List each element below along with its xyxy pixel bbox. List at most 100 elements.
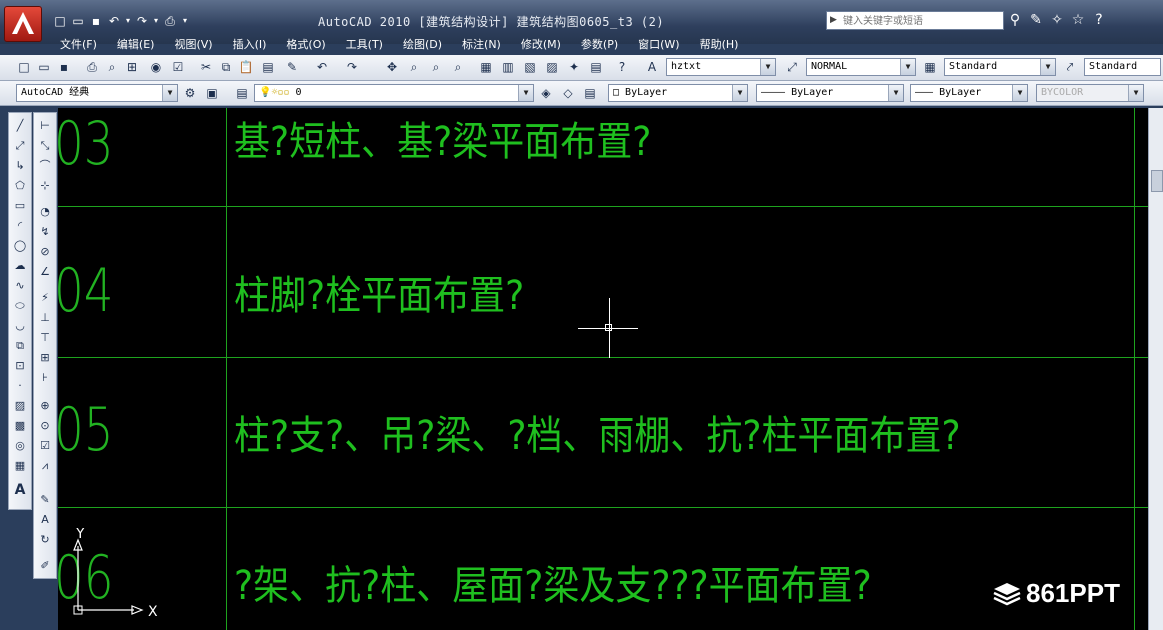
insert-block-icon[interactable]: ⧉ — [11, 337, 29, 355]
match-properties-icon[interactable]: ▤ — [260, 59, 276, 75]
menu-dimension[interactable]: 标注(N) — [452, 36, 511, 54]
dim-break-icon[interactable]: ⊦ — [36, 369, 54, 387]
sheet-set-icon[interactable]: ▨ — [544, 59, 560, 75]
favorites-star-icon[interactable]: ☆ — [1069, 10, 1087, 30]
inspection-icon[interactable]: ☑ — [36, 437, 54, 455]
layer-previous-icon[interactable]: ◇ — [560, 85, 576, 101]
workspace-settings-icon[interactable]: ⚙ — [182, 85, 198, 101]
zoom-realtime-icon[interactable]: ⌕ — [406, 59, 422, 75]
properties-icon[interactable]: ▦ — [478, 59, 494, 75]
dropdown-icon[interactable]: ▾ — [124, 13, 132, 29]
plot-icon[interactable]: ⎙ — [84, 59, 100, 75]
quick-dim-icon[interactable]: ⚡ — [36, 289, 54, 307]
make-current-layer-icon[interactable]: ◈ — [538, 85, 554, 101]
table-style-icon[interactable]: ▦ — [922, 59, 938, 75]
markup-icon[interactable]: ✦ — [566, 59, 582, 75]
chevron-down-icon[interactable]: ▼ — [1040, 59, 1055, 75]
redo-icon[interactable]: ↷ — [344, 59, 360, 75]
chevron-down-icon[interactable]: ▼ — [900, 59, 915, 75]
print-icon[interactable]: ⎙ — [162, 13, 178, 29]
layer-properties-icon[interactable]: ▤ — [234, 85, 250, 101]
polygon-icon[interactable]: ⬠ — [11, 177, 29, 195]
ellipse-icon[interactable]: ⬭ — [11, 297, 29, 315]
pan-icon[interactable]: ✥ — [384, 59, 400, 75]
open-icon[interactable]: ▭ — [36, 59, 52, 75]
dim-space-icon[interactable]: ⊞ — [36, 349, 54, 367]
spline-icon[interactable]: ∿ — [11, 277, 29, 295]
undo-icon[interactable]: ↶ — [314, 59, 330, 75]
menu-edit[interactable]: 编辑(E) — [107, 36, 165, 54]
make-block-icon[interactable]: ⊡ — [11, 357, 29, 375]
chevron-down-icon[interactable]: ▼ — [162, 85, 177, 101]
undo-icon[interactable]: ↶ — [106, 13, 122, 29]
menu-view[interactable]: 视图(V) — [164, 36, 222, 54]
multileader-style-select[interactable]: Standard — [1084, 58, 1161, 76]
polyline-icon[interactable]: ↳ — [11, 157, 29, 175]
chevron-down-icon[interactable]: ▼ — [760, 59, 775, 75]
text-style-icon[interactable]: A — [644, 59, 660, 75]
block-editor-icon[interactable]: ✎ — [284, 59, 300, 75]
dim-baseline-icon[interactable]: ⊥ — [36, 309, 54, 327]
chevron-down-icon[interactable]: ▼ — [1012, 85, 1027, 101]
text-style-select[interactable]: hztxt ▼ — [666, 58, 776, 76]
ellipse-arc-icon[interactable]: ◡ — [11, 317, 29, 335]
layer-states-icon[interactable]: ▤ — [582, 85, 598, 101]
point-icon[interactable]: · — [11, 377, 29, 395]
qnew-icon[interactable]: □ — [16, 59, 32, 75]
table-icon[interactable]: ▦ — [11, 457, 29, 475]
gradient-icon[interactable]: ▩ — [11, 417, 29, 435]
etransmit-icon[interactable]: ☑ — [170, 59, 186, 75]
open-icon[interactable]: ▭ — [70, 13, 86, 29]
menu-modify[interactable]: 修改(M) — [511, 36, 571, 54]
menu-help[interactable]: 帮助(H) — [690, 36, 749, 54]
tool-palettes-icon[interactable]: ▧ — [522, 59, 538, 75]
dim-continue-icon[interactable]: ⊤ — [36, 329, 54, 347]
dim-radius-icon[interactable]: ◔ — [36, 203, 54, 221]
revision-cloud-icon[interactable]: ☁ — [11, 257, 29, 275]
region-icon[interactable]: ◎ — [11, 437, 29, 455]
cut-icon[interactable]: ✂ — [198, 59, 214, 75]
table-style-select[interactable]: Standard ▼ — [944, 58, 1056, 76]
linetype-select[interactable]: ———— ByLayer ▼ — [756, 84, 904, 102]
search-expand-icon[interactable]: ▶ — [830, 15, 837, 25]
application-menu-button[interactable] — [4, 6, 42, 42]
rectangle-icon[interactable]: ▭ — [11, 197, 29, 215]
dim-style-select[interactable]: NORMAL ▼ — [806, 58, 916, 76]
vertical-scrollbar[interactable] — [1148, 108, 1163, 630]
help-icon[interactable]: ? — [614, 59, 630, 75]
plot-preview-icon[interactable]: ⌕ — [104, 59, 120, 75]
save-icon[interactable]: ▪ — [56, 59, 72, 75]
menu-format[interactable]: 格式(O) — [276, 36, 335, 54]
color-select[interactable]: □ ByLayer ▼ — [608, 84, 748, 102]
dim-text-edit-icon[interactable]: A — [36, 511, 54, 529]
help-search-box[interactable]: ▶ — [826, 11, 1005, 30]
binoculars-icon[interactable]: ⚲ — [1006, 10, 1024, 30]
drawing-canvas[interactable]: 03 基?短柱、基?梁平面布置? 04 柱脚?栓平面布置? 05 柱?支?、吊?… — [58, 108, 1148, 630]
dim-update-icon[interactable]: ↻ — [36, 531, 54, 549]
chevron-down-icon[interactable]: ▼ — [518, 85, 533, 101]
chevron-down-icon[interactable]: ▼ — [732, 85, 747, 101]
design-center-icon[interactable]: ▥ — [500, 59, 516, 75]
menu-window[interactable]: 窗口(W) — [628, 36, 689, 54]
dim-style-icon[interactable]: ⤢ — [784, 59, 800, 75]
dim-linear-icon[interactable]: ⊢ — [36, 117, 54, 135]
multileader-style-icon[interactable]: ⤤ — [1062, 59, 1078, 75]
menu-tools[interactable]: 工具(T) — [336, 36, 393, 54]
copy-icon[interactable]: ⧉ — [218, 59, 234, 75]
tolerance-icon[interactable]: ⊕ — [36, 397, 54, 415]
dim-angular-icon[interactable]: ∠ — [36, 263, 54, 281]
lineweight-select[interactable]: ——— ByLayer ▼ — [910, 84, 1028, 102]
menu-insert[interactable]: 插入(I) — [223, 36, 277, 54]
layer-select[interactable]: 💡☼▫▫ 0 ▼ — [254, 84, 534, 102]
communication-center-icon[interactable]: ✎ — [1027, 10, 1045, 30]
dim-ordinate-icon[interactable]: ⊹ — [36, 177, 54, 195]
dim-diameter-icon[interactable]: ⊘ — [36, 243, 54, 261]
workspace-select[interactable]: AutoCAD 经典 ▼ — [16, 84, 178, 102]
quickcalc-icon[interactable]: ▤ — [588, 59, 604, 75]
subscription-icon[interactable]: ✧ — [1048, 10, 1066, 30]
3d-dwf-icon[interactable]: ◉ — [148, 59, 164, 75]
center-mark-icon[interactable]: ⊙ — [36, 417, 54, 435]
dim-style-icon[interactable]: ✐ — [36, 557, 54, 575]
chevron-down-icon[interactable]: ▼ — [888, 85, 903, 101]
menu-file[interactable]: 文件(F) — [50, 36, 107, 54]
